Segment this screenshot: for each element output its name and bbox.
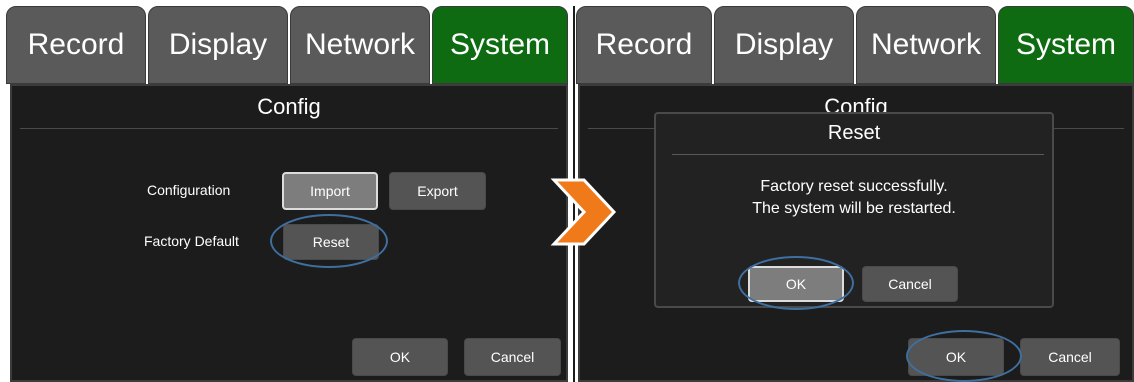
dialog-ok-highlight-ring (738, 256, 854, 310)
tab-system[interactable]: System (432, 6, 568, 84)
dialog-title: Reset (827, 122, 881, 144)
cancel-button[interactable]: Cancel (1020, 338, 1120, 376)
right-screenshot: Record Display Network System Config OK … (576, 0, 1134, 382)
configuration-label: Configuration (147, 182, 231, 198)
tab-network[interactable]: Network (290, 6, 430, 84)
cancel-button[interactable]: Cancel (464, 338, 561, 376)
reset-highlight-ring (270, 214, 388, 268)
tab-record[interactable]: Record (6, 6, 146, 84)
dialog-message-line2: The system will be restarted. (752, 200, 956, 217)
left-screenshot: Record Display Network System Config Con… (0, 0, 572, 382)
dialog-cancel-button[interactable]: Cancel (862, 266, 958, 302)
import-button[interactable]: Import (282, 172, 378, 210)
tab-display[interactable]: Display (148, 6, 288, 84)
title-divider (20, 128, 558, 129)
arrow-right-icon (550, 178, 617, 246)
ok-button[interactable]: OK (352, 338, 448, 376)
tab-system[interactable]: System (998, 6, 1134, 84)
screen-title: Config (257, 94, 321, 119)
export-button[interactable]: Export (389, 172, 486, 210)
tab-record[interactable]: Record (576, 6, 712, 84)
dialog-divider (672, 154, 1044, 155)
factory-default-label: Factory Default (144, 233, 239, 249)
dialog-message-line1: Factory reset successfully. (760, 178, 948, 195)
tab-network[interactable]: Network (856, 6, 996, 84)
tab-display[interactable]: Display (714, 6, 854, 84)
ok-highlight-ring (906, 330, 1022, 382)
reset-dialog: Reset Factory reset successfully. The sy… (654, 112, 1054, 308)
